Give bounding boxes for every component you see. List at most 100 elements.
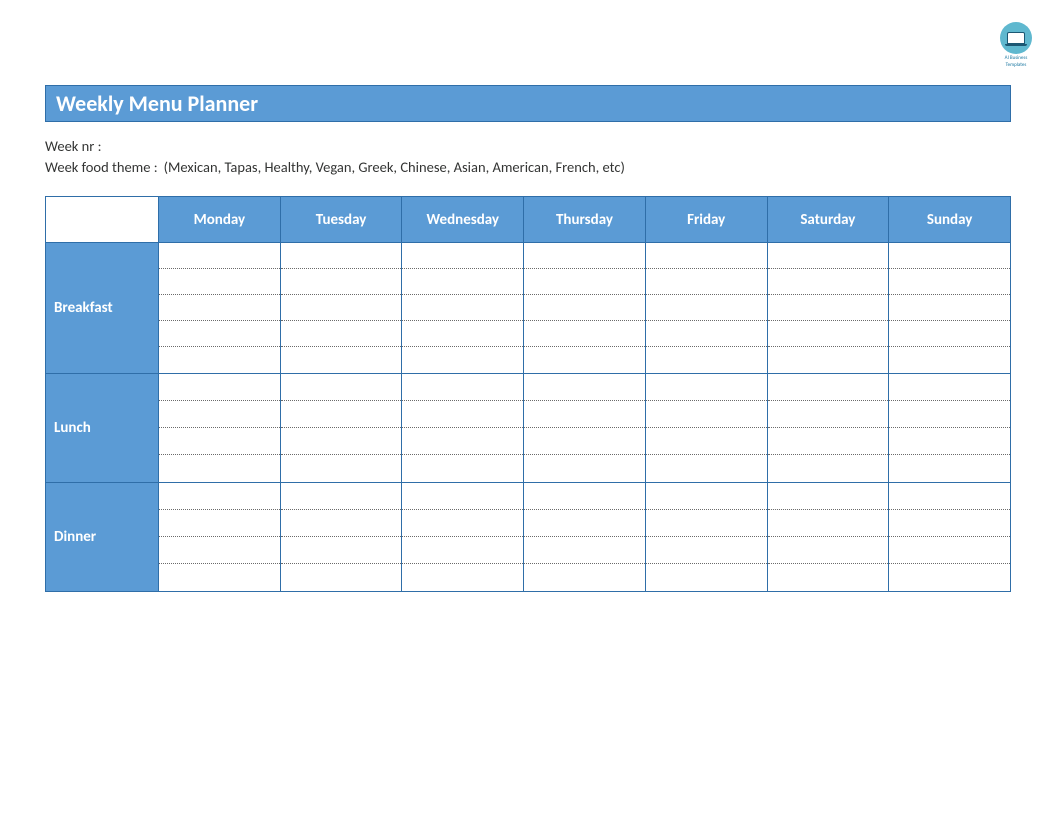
entry-line[interactable] bbox=[402, 483, 523, 510]
entry-line[interactable] bbox=[402, 269, 523, 295]
entry-line[interactable] bbox=[646, 510, 767, 537]
entry-line[interactable] bbox=[402, 347, 523, 373]
entry-line[interactable] bbox=[281, 455, 402, 482]
entry-line[interactable] bbox=[646, 374, 767, 401]
entry-line[interactable] bbox=[159, 269, 280, 295]
entry-line[interactable] bbox=[646, 347, 767, 373]
entry-line[interactable] bbox=[402, 564, 523, 591]
entry-line[interactable] bbox=[524, 428, 645, 455]
cell-breakfast-friday[interactable] bbox=[645, 243, 767, 374]
entry-line[interactable] bbox=[768, 347, 889, 373]
entry-line[interactable] bbox=[768, 428, 889, 455]
entry-line[interactable] bbox=[768, 455, 889, 482]
entry-line[interactable] bbox=[768, 483, 889, 510]
entry-line[interactable] bbox=[281, 295, 402, 321]
entry-line[interactable] bbox=[281, 347, 402, 373]
entry-line[interactable] bbox=[889, 428, 1010, 455]
cell-breakfast-saturday[interactable] bbox=[767, 243, 889, 374]
entry-line[interactable] bbox=[159, 243, 280, 269]
entry-line[interactable] bbox=[524, 510, 645, 537]
cell-breakfast-sunday[interactable] bbox=[889, 243, 1011, 374]
cell-breakfast-tuesday[interactable] bbox=[280, 243, 402, 374]
entry-line[interactable] bbox=[524, 455, 645, 482]
entry-line[interactable] bbox=[281, 374, 402, 401]
entry-line[interactable] bbox=[281, 428, 402, 455]
entry-line[interactable] bbox=[768, 510, 889, 537]
entry-line[interactable] bbox=[281, 269, 402, 295]
entry-line[interactable] bbox=[402, 537, 523, 564]
entry-line[interactable] bbox=[768, 295, 889, 321]
entry-line[interactable] bbox=[889, 347, 1010, 373]
entry-line[interactable] bbox=[646, 537, 767, 564]
cell-breakfast-monday[interactable] bbox=[159, 243, 281, 374]
entry-line[interactable] bbox=[402, 428, 523, 455]
entry-line[interactable] bbox=[524, 243, 645, 269]
entry-line[interactable] bbox=[768, 564, 889, 591]
entry-line[interactable] bbox=[402, 321, 523, 347]
entry-line[interactable] bbox=[646, 243, 767, 269]
cell-dinner-wednesday[interactable] bbox=[402, 483, 524, 592]
entry-line[interactable] bbox=[159, 295, 280, 321]
entry-line[interactable] bbox=[889, 401, 1010, 428]
entry-line[interactable] bbox=[524, 269, 645, 295]
cell-breakfast-thursday[interactable] bbox=[524, 243, 646, 374]
entry-line[interactable] bbox=[768, 401, 889, 428]
entry-line[interactable] bbox=[281, 537, 402, 564]
entry-line[interactable] bbox=[524, 483, 645, 510]
entry-line[interactable] bbox=[402, 295, 523, 321]
entry-line[interactable] bbox=[402, 374, 523, 401]
entry-line[interactable] bbox=[889, 321, 1010, 347]
entry-line[interactable] bbox=[646, 269, 767, 295]
entry-line[interactable] bbox=[524, 295, 645, 321]
entry-line[interactable] bbox=[646, 455, 767, 482]
entry-line[interactable] bbox=[159, 321, 280, 347]
entry-line[interactable] bbox=[281, 321, 402, 347]
entry-line[interactable] bbox=[281, 243, 402, 269]
entry-line[interactable] bbox=[646, 428, 767, 455]
cell-dinner-monday[interactable] bbox=[159, 483, 281, 592]
entry-line[interactable] bbox=[524, 321, 645, 347]
entry-line[interactable] bbox=[889, 455, 1010, 482]
entry-line[interactable] bbox=[889, 269, 1010, 295]
entry-line[interactable] bbox=[646, 401, 767, 428]
entry-line[interactable] bbox=[768, 321, 889, 347]
entry-line[interactable] bbox=[768, 269, 889, 295]
entry-line[interactable] bbox=[646, 483, 767, 510]
entry-line[interactable] bbox=[768, 374, 889, 401]
entry-line[interactable] bbox=[402, 401, 523, 428]
cell-dinner-tuesday[interactable] bbox=[280, 483, 402, 592]
entry-line[interactable] bbox=[889, 295, 1010, 321]
entry-line[interactable] bbox=[281, 401, 402, 428]
cell-dinner-saturday[interactable] bbox=[767, 483, 889, 592]
entry-line[interactable] bbox=[768, 243, 889, 269]
entry-line[interactable] bbox=[159, 537, 280, 564]
cell-breakfast-wednesday[interactable] bbox=[402, 243, 524, 374]
entry-line[interactable] bbox=[281, 510, 402, 537]
cell-dinner-sunday[interactable] bbox=[889, 483, 1011, 592]
entry-line[interactable] bbox=[281, 564, 402, 591]
entry-line[interactable] bbox=[402, 455, 523, 482]
entry-line[interactable] bbox=[159, 347, 280, 373]
entry-line[interactable] bbox=[524, 374, 645, 401]
entry-line[interactable] bbox=[889, 510, 1010, 537]
cell-lunch-monday[interactable] bbox=[159, 374, 281, 483]
entry-line[interactable] bbox=[524, 401, 645, 428]
entry-line[interactable] bbox=[159, 428, 280, 455]
entry-line[interactable] bbox=[524, 537, 645, 564]
entry-line[interactable] bbox=[159, 564, 280, 591]
cell-dinner-friday[interactable] bbox=[645, 483, 767, 592]
cell-dinner-thursday[interactable] bbox=[524, 483, 646, 592]
entry-line[interactable] bbox=[159, 510, 280, 537]
entry-line[interactable] bbox=[159, 401, 280, 428]
entry-line[interactable] bbox=[281, 483, 402, 510]
entry-line[interactable] bbox=[524, 564, 645, 591]
cell-lunch-thursday[interactable] bbox=[524, 374, 646, 483]
entry-line[interactable] bbox=[402, 243, 523, 269]
entry-line[interactable] bbox=[889, 483, 1010, 510]
entry-line[interactable] bbox=[889, 537, 1010, 564]
entry-line[interactable] bbox=[889, 374, 1010, 401]
cell-lunch-friday[interactable] bbox=[645, 374, 767, 483]
entry-line[interactable] bbox=[889, 243, 1010, 269]
entry-line[interactable] bbox=[159, 483, 280, 510]
entry-line[interactable] bbox=[159, 374, 280, 401]
